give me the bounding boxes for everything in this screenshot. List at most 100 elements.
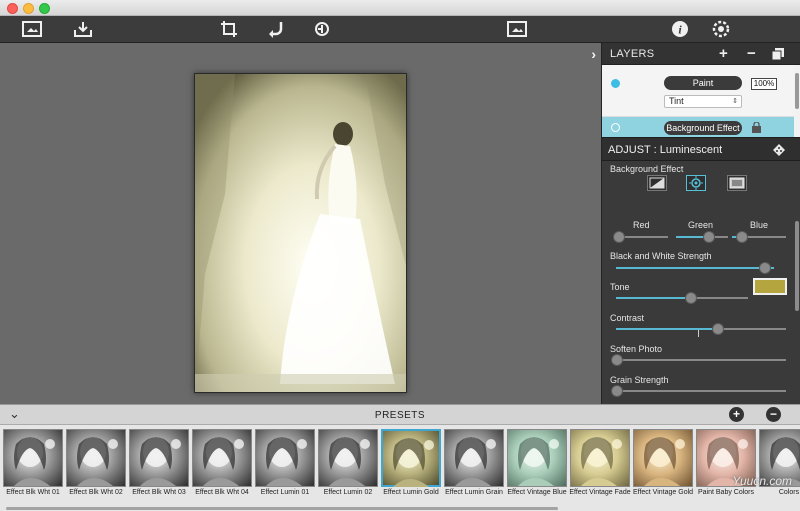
preset-label: Effect Lumin 02 [323,489,373,496]
preset-thumbnail[interactable] [318,429,378,487]
contrast-slider-track[interactable] [718,328,786,330]
blue-slider-thumb[interactable] [736,231,748,243]
layer-name-pill[interactable]: Paint [664,76,742,90]
close-window-button[interactable] [7,3,18,14]
layer-row-paint[interactable]: Paint 100% Tint ⇕ [602,65,794,117]
add-layer-button[interactable]: + [719,45,728,62]
select-arrows-icon: ⇕ [732,98,738,105]
preset-label: Effect Vintage Blue [507,489,567,496]
layer-visibility-dot[interactable] [611,123,620,132]
soften-slider-track[interactable] [616,359,786,361]
layer-opacity-field[interactable]: 100% [751,78,777,90]
green-slider-thumb[interactable] [703,231,715,243]
preset-item[interactable]: Paint Baby Colors [696,429,756,504]
contrast-default-tick [698,330,699,337]
preset-thumbnail[interactable] [192,429,252,487]
preset-item[interactable]: Effect Lumin Grain [444,429,504,504]
preset-item[interactable]: Colors [759,429,800,504]
preset-item[interactable]: Effect Vintage Fade [569,429,631,504]
title-bar [0,0,800,16]
preset-thumbnail[interactable] [507,429,567,487]
preset-item[interactable]: Effect Vintage Blue [507,429,567,504]
contrast-label: Contrast [610,313,645,323]
edited-photo[interactable] [194,73,407,393]
preset-label: Effect Lumin Gold [383,489,439,496]
preset-item[interactable]: Effect Lumin 01 [255,429,315,504]
bw-strength-label: Black and White Strength [610,251,712,261]
random-dice-icon[interactable] [772,143,786,162]
preset-label: Effect Vintage Gold [632,489,694,496]
preset-thumbnail[interactable] [255,429,315,487]
soften-slider-thumb[interactable] [611,354,623,366]
background-effect-label: Background Effect [610,164,684,174]
compare-icon[interactable] [311,19,333,39]
layer-visibility-dot[interactable] [611,79,620,88]
presets-title: PRESETS [374,410,426,421]
settings-gear-icon[interactable] [710,19,732,39]
preset-item[interactable]: Effect Lumin 02 [318,429,378,504]
zoom-window-button[interactable] [39,3,50,14]
grain-slider-track[interactable] [616,390,786,392]
blend-mode-select[interactable]: Tint ⇕ [664,95,742,108]
preset-thumbnail[interactable] [444,429,504,487]
layers-list: Paint 100% Tint ⇕ Background Effect [602,65,800,137]
remove-layer-button[interactable]: − [747,45,756,62]
crop-icon[interactable] [218,19,240,39]
add-preset-button[interactable]: + [729,407,744,422]
adjust-scrollbar[interactable] [795,221,799,311]
presets-scrollbar[interactable] [6,507,558,510]
duplicate-layer-icon[interactable] [771,47,784,64]
image-canvas[interactable]: › [0,43,601,404]
remove-preset-button[interactable]: − [766,407,781,422]
preset-item[interactable]: Effect Blk Wht 04 [192,429,252,504]
layers-scrollbar[interactable] [795,73,799,109]
presets-header: ⌄ PRESETS + − [0,404,800,425]
layers-title: LAYERS [610,48,655,60]
preset-label: Effect Blk Wht 03 [132,489,186,496]
tone-slider-track[interactable] [692,297,748,299]
blend-mode-value: Tint [669,96,684,106]
preset-thumbnail[interactable] [570,429,630,487]
tone-label: Tone [610,282,630,292]
preset-item[interactable]: Effect Vintage Gold [633,429,693,504]
soften-photo-label: Soften Photo [610,344,663,354]
bw-strength-fill [616,267,774,269]
expand-panel-chevron-icon[interactable]: › [591,46,596,62]
preset-item[interactable]: Effect Blk Wht 01 [3,429,63,504]
grain-strength-label: Grain Strength [610,375,669,385]
tone-color-swatch[interactable] [753,278,787,295]
bw-strength-thumb[interactable] [759,262,771,274]
grain-slider-thumb[interactable] [611,385,623,397]
preview-image-icon[interactable] [506,19,528,39]
preset-thumbnail[interactable] [381,429,441,487]
preset-thumbnail[interactable] [66,429,126,487]
red-label: Red [633,220,650,230]
tone-slider-thumb[interactable] [685,292,697,304]
preset-thumbnail[interactable] [633,429,693,487]
effect-frame-button[interactable] [727,175,747,191]
preset-label: Effect Blk Wht 01 [6,489,60,496]
effect-luminescent-button[interactable] [686,175,706,191]
preset-thumbnail[interactable] [129,429,189,487]
layer-name-pill[interactable]: Background Effect [664,121,742,135]
contrast-slider-thumb[interactable] [712,323,724,335]
rotate-icon[interactable] [265,19,287,39]
preset-label: Effect Lumin Grain [445,489,503,496]
preset-item[interactable]: Effect Blk Wht 03 [129,429,189,504]
preset-thumbnail[interactable] [3,429,63,487]
canvas-top-strip: › [0,43,601,65]
green-label: Green [688,220,714,230]
info-icon[interactable]: i [669,19,691,39]
preset-item[interactable]: Effect Blk Wht 02 [66,429,126,504]
effect-bw-button[interactable] [647,175,667,191]
blue-slider-track[interactable] [744,236,786,238]
lock-icon[interactable] [752,120,761,137]
open-image-icon[interactable] [21,19,43,39]
minimize-window-button[interactable] [23,3,34,14]
adjust-title: ADJUST : Luminescent [608,144,723,156]
layer-row-background-effect[interactable]: Background Effect [602,117,794,137]
red-slider-thumb[interactable] [613,231,625,243]
preset-label: Colors [778,489,800,496]
save-tray-icon[interactable] [72,19,94,39]
preset-item[interactable]: Effect Lumin Gold [381,429,441,504]
